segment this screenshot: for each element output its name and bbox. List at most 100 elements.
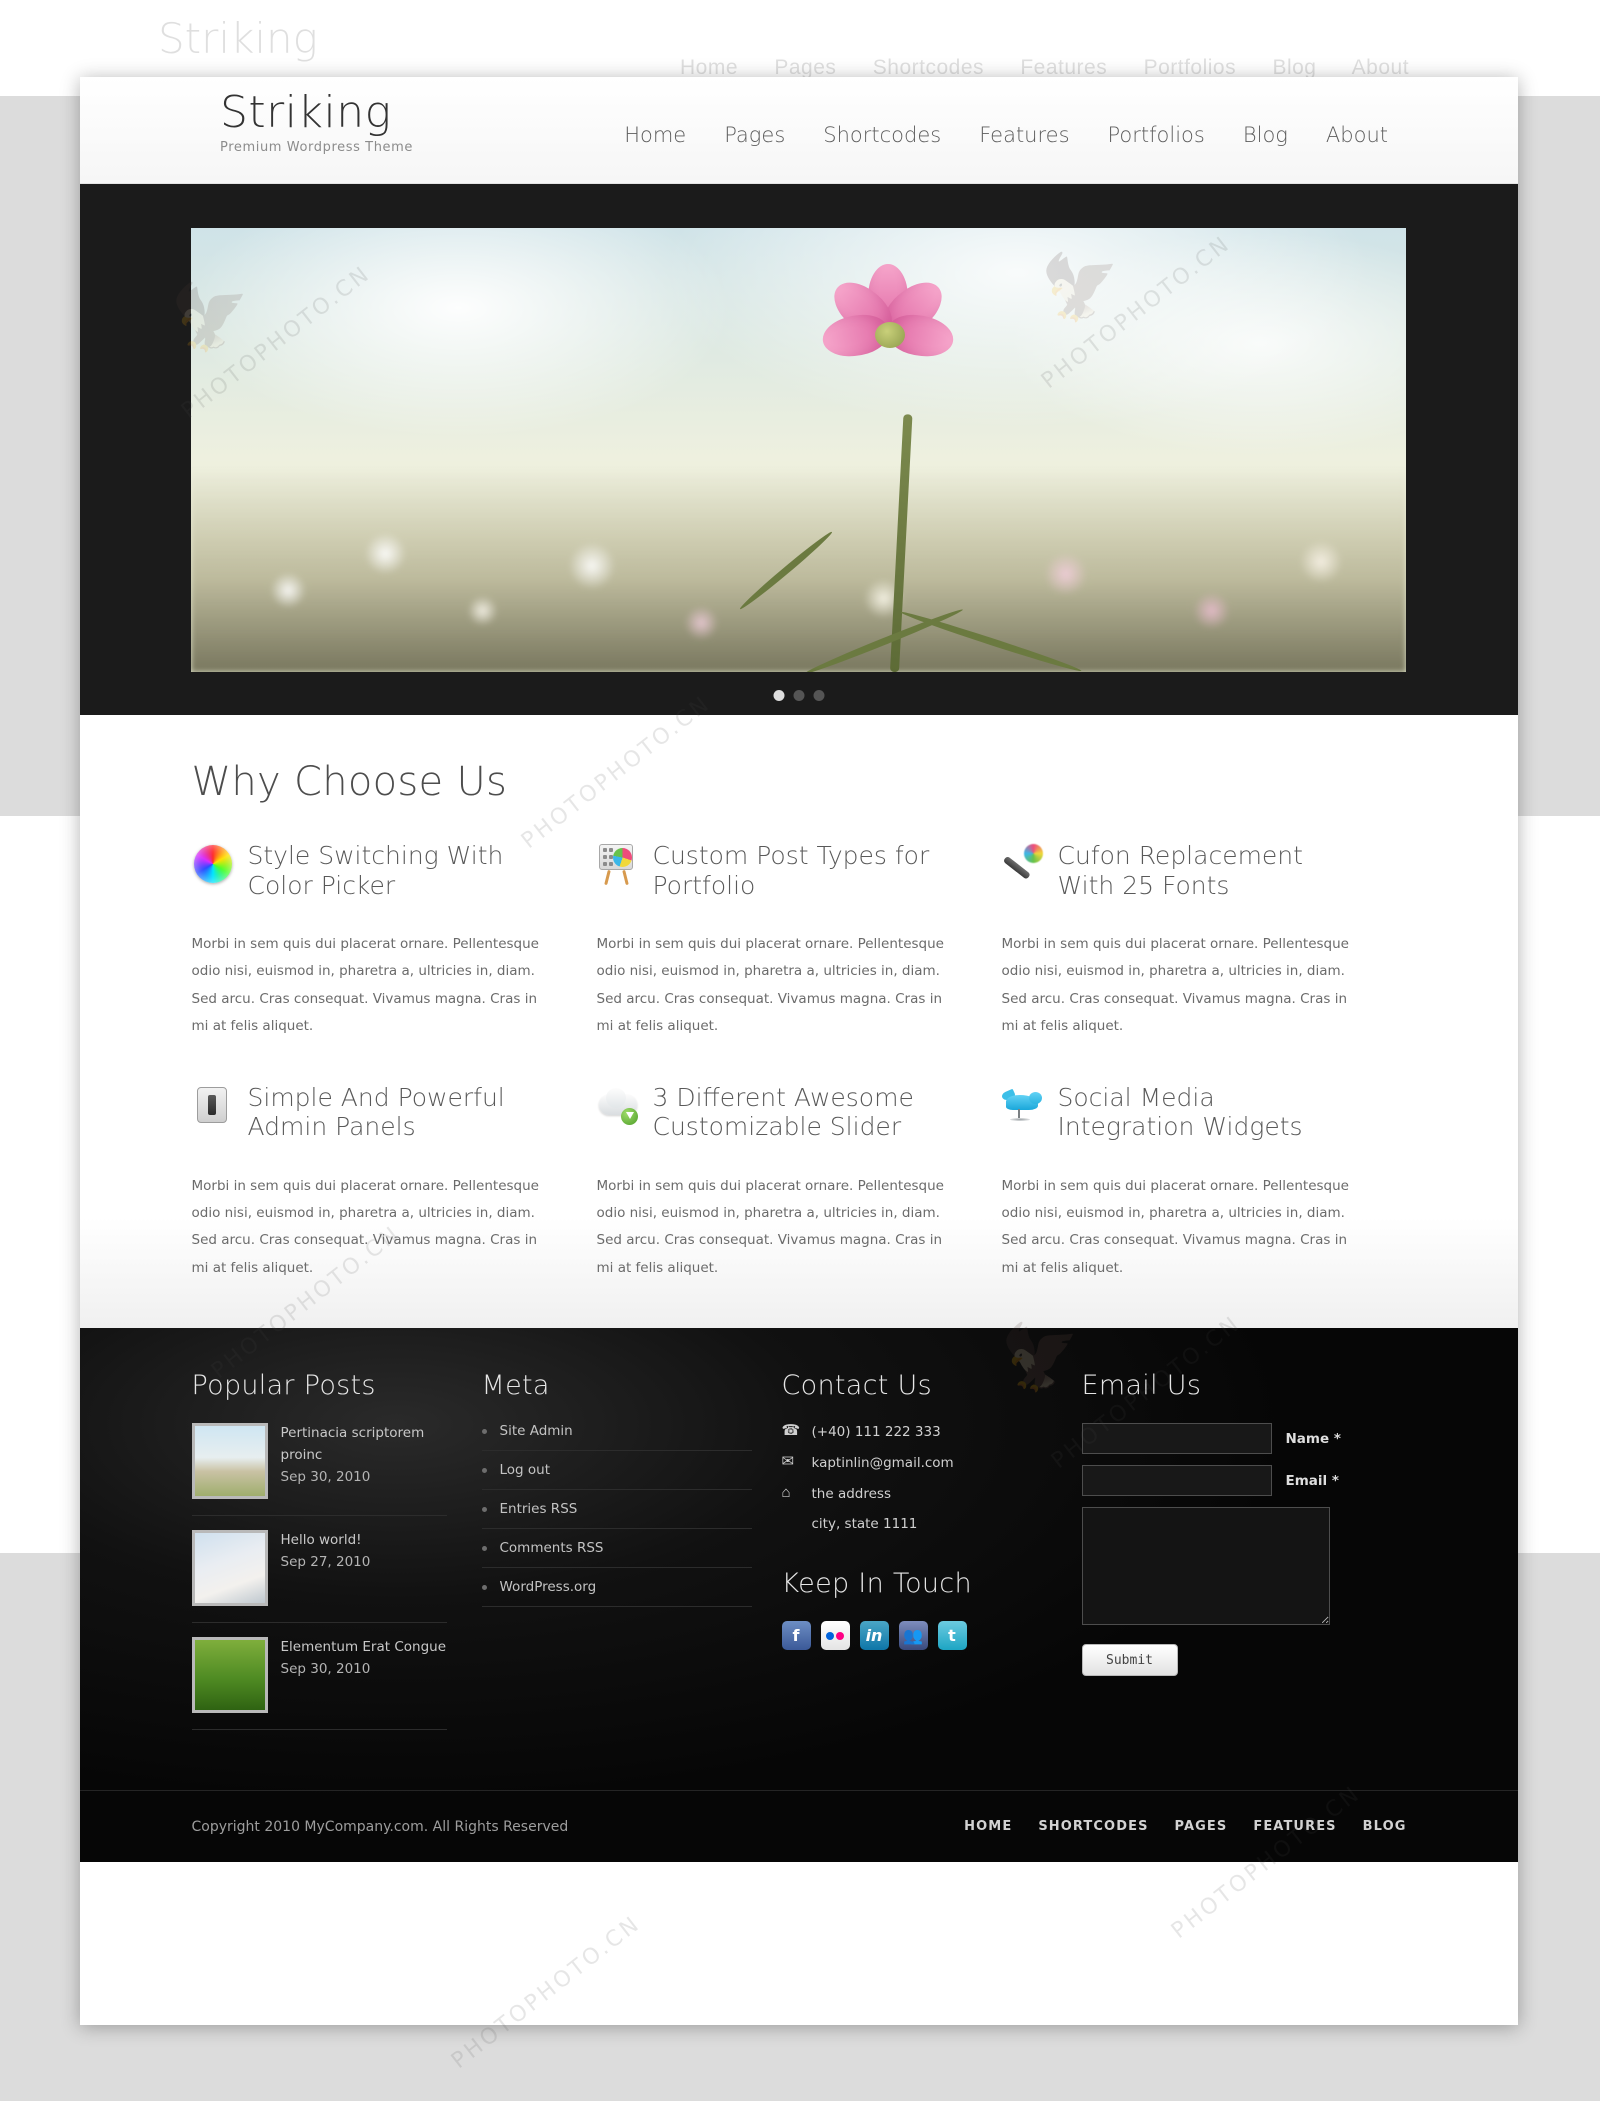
slider-pagination[interactable] — [773, 690, 825, 701]
primary-nav[interactable]: Home Pages Shortcodes Features Portfolio… — [624, 123, 1388, 147]
copyright-text: Copyright 2010 MyCompany.com. All Rights… — [191, 1818, 569, 1835]
page-root: Striking Home Pages Shortcodes Features … — [0, 0, 1600, 2101]
slider-image — [191, 228, 1406, 672]
meta-item-site-admin[interactable]: Site Admin — [481, 1423, 752, 1452]
post-thumbnail[interactable] — [191, 1423, 268, 1500]
flickr-icon[interactable] — [820, 1621, 850, 1651]
feature-row-1: Style Switching With Color Picker Morbi … — [192, 841, 1407, 1041]
feature-card: Social Media Integration Widgets Morbi i… — [1000, 1082, 1407, 1283]
meta-list: Site Admin Log out Entries RSS Comments … — [481, 1423, 752, 1608]
feature-title: Social Media Integration Widgets — [1057, 1082, 1303, 1142]
list-item[interactable]: Elementum Erat Congue Sep 30, 2010 — [191, 1637, 447, 1731]
nav-item-features[interactable]: Features — [979, 123, 1069, 147]
flower-center — [874, 321, 905, 348]
contact-address-row: ⌂ the address — [782, 1485, 1082, 1503]
post-title[interactable]: Elementum Erat Congue — [281, 1637, 447, 1659]
ghost-nav-item: About — [1351, 56, 1410, 79]
nav-item-about[interactable]: About — [1326, 123, 1388, 147]
footer-nav-features[interactable]: FEATURES — [1253, 1819, 1336, 1834]
feature-body: Morbi in sem quis dui placerat ornare. P… — [596, 936, 944, 1035]
twitter-icon[interactable]: t — [937, 1621, 967, 1651]
post-thumbnail[interactable] — [191, 1637, 268, 1714]
email-field[interactable] — [1081, 1465, 1272, 1497]
footer-email-form: Email Us Name * Email * Submit — [1081, 1370, 1407, 1744]
contact-email[interactable]: kaptinlin@gmail.com — [812, 1455, 954, 1471]
ghost-nav-item: Home — [680, 56, 739, 79]
nav-item-home[interactable]: Home — [624, 123, 686, 147]
contact-email-row[interactable]: ✉ kaptinlin@gmail.com — [782, 1454, 1082, 1472]
post-date: Sep 30, 2010 — [280, 1468, 371, 1485]
footer-nav[interactable]: HOME SHORTCODES PAGES FEATURES BLOG — [964, 1819, 1406, 1834]
logo-name: Striking — [220, 87, 392, 138]
feature-row-2: Simple And Powerful Admin Panels Morbi i… — [192, 1083, 1407, 1283]
site-card: Striking Premium Wordpress Theme Home Pa… — [80, 77, 1518, 2025]
magic-wand-icon — [1002, 843, 1044, 885]
feature-card: Simple And Powerful Admin Panels Morbi i… — [192, 1083, 597, 1283]
page-title: Why Choose Us — [191, 759, 508, 805]
post-title[interactable]: Hello world! — [281, 1530, 371, 1552]
widget-title: Contact Us — [781, 1370, 932, 1402]
feature-title: Style Switching With Color Picker — [247, 841, 504, 900]
copyright-bar: Copyright 2010 MyCompany.com. All Rights… — [80, 1790, 1518, 1862]
color-wheel-icon — [192, 843, 234, 885]
meta-item-log-out[interactable]: Log out — [481, 1462, 752, 1491]
logo-tagline: Premium Wordpress Theme — [220, 140, 414, 155]
slider-dot[interactable] — [793, 690, 805, 701]
widget-title: Meta — [481, 1370, 550, 1402]
message-field[interactable] — [1081, 1507, 1330, 1626]
contact-phone: (+40) 111 222 333 — [811, 1424, 941, 1441]
footer-nav-home[interactable]: HOME — [964, 1819, 1012, 1834]
ghost-nav-item: Blog — [1272, 56, 1317, 79]
linkedin-icon[interactable]: in — [859, 1621, 889, 1651]
name-field[interactable] — [1081, 1423, 1272, 1455]
list-item[interactable]: Pertinacia scriptorem proinc Sep 30, 201… — [191, 1423, 447, 1517]
meta-item-wordpress-org[interactable]: WordPress.org — [481, 1579, 752, 1608]
ghost-logo: Striking — [158, 14, 318, 63]
contact-address-line2: city, state 1111 — [811, 1516, 918, 1533]
meta-item-comments-rss[interactable]: Comments RSS — [481, 1540, 752, 1569]
feature-title: 3 Different Awesome Customizable Slider — [652, 1082, 914, 1142]
feature-title: Custom Post Types for Portfolio — [652, 841, 930, 900]
why-choose-us-section: Why Choose Us Style Switching With Color… — [80, 715, 1518, 1329]
footer-nav-pages[interactable]: PAGES — [1175, 1819, 1228, 1834]
easel-chart-icon — [597, 843, 639, 886]
footer-nav-blog[interactable]: BLOG — [1363, 1819, 1407, 1834]
hero-slider[interactable] — [80, 184, 1518, 715]
submit-button[interactable]: Submit — [1081, 1644, 1178, 1677]
ghost-nav-item: Features — [1020, 56, 1108, 79]
home-icon: ⌂ — [781, 1484, 791, 1502]
nav-item-blog[interactable]: Blog — [1243, 123, 1288, 147]
cloud-download-icon — [597, 1085, 639, 1127]
envelope-icon: ✉ — [781, 1453, 795, 1471]
flower-bloom — [819, 263, 957, 382]
myspace-icon[interactable]: 👥 — [898, 1621, 928, 1651]
contact-phone-row: ☎ (+40) 111 222 333 — [782, 1423, 1082, 1441]
slider-dot[interactable] — [813, 690, 825, 701]
ghost-nav-item: Pages — [774, 56, 837, 79]
widget-title: Email Us — [1081, 1370, 1202, 1402]
post-thumbnail[interactable] — [191, 1530, 268, 1607]
feature-card: Custom Post Types for Portfolio Morbi in… — [597, 841, 1002, 1041]
feature-body: Morbi in sem quis dui placerat ornare. P… — [1001, 936, 1349, 1035]
nav-item-shortcodes[interactable]: Shortcodes — [823, 123, 941, 147]
contact-address-line1: the address — [811, 1486, 891, 1503]
feature-card: Cufon Replacement With 25 Fonts Morbi in… — [1002, 841, 1407, 1041]
name-label: Name * — [1285, 1430, 1341, 1447]
site-logo[interactable]: Striking Premium Wordpress Theme — [220, 87, 414, 155]
nav-item-pages[interactable]: Pages — [724, 123, 785, 147]
twitter-bird-icon — [1000, 1085, 1044, 1127]
phone-icon: ☎ — [781, 1422, 801, 1440]
footer-nav-shortcodes[interactable]: SHORTCODES — [1038, 1819, 1148, 1834]
list-item[interactable]: Hello world! Sep 27, 2010 — [191, 1530, 447, 1624]
post-date: Sep 30, 2010 — [280, 1660, 371, 1677]
nav-item-portfolios[interactable]: Portfolios — [1108, 123, 1205, 147]
site-header: Striking Premium Wordpress Theme Home Pa… — [80, 77, 1518, 184]
email-label: Email * — [1285, 1472, 1339, 1489]
meta-item-entries-rss[interactable]: Entries RSS — [481, 1501, 752, 1530]
social-links[interactable]: f in 👥 t — [781, 1621, 1082, 1651]
post-title[interactable]: Pertinacia scriptorem proinc — [281, 1423, 447, 1467]
footer-contact: Contact Us ☎ (+40) 111 222 333 ✉ kaptinl… — [781, 1370, 1082, 1744]
footer-meta: Meta Site Admin Log out Entries RSS Comm… — [481, 1370, 782, 1744]
slider-dot[interactable] — [773, 690, 785, 701]
facebook-icon[interactable]: f — [781, 1621, 811, 1651]
